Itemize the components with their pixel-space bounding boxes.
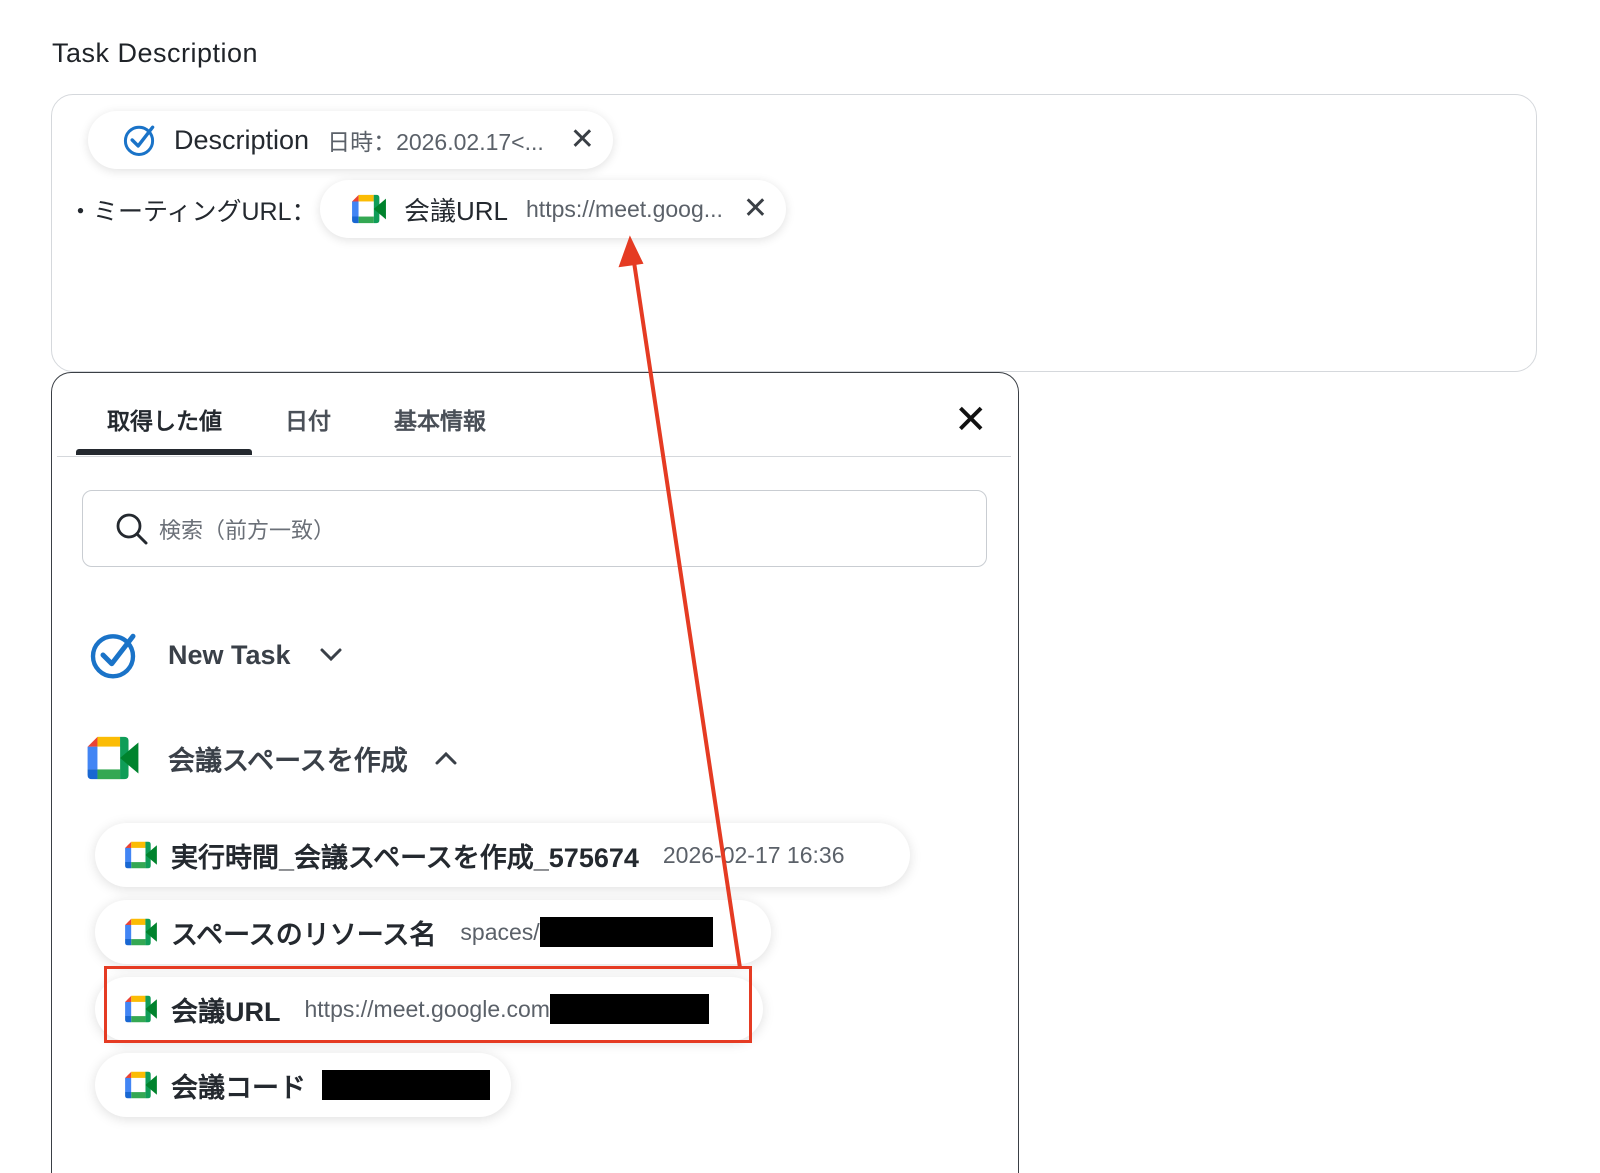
annotation-arrow: [618, 235, 742, 969]
